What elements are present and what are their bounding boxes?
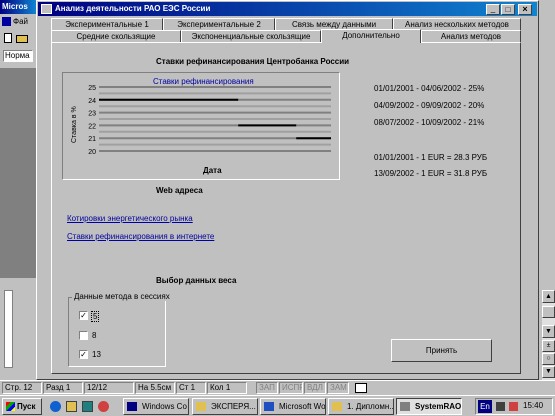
quick-launch-channels-icon[interactable] xyxy=(98,401,109,412)
chart-y-label: Ставка в % xyxy=(71,106,78,143)
chart-title: Ставки рефинансирования Центробанка Росс… xyxy=(156,57,350,66)
word-document-area xyxy=(0,68,36,278)
rate-line-1: 01/01/2001 - 04/06/2002 - 25% xyxy=(374,84,485,93)
tab-moving-average[interactable]: Средние скользящие xyxy=(51,30,181,42)
status-mode-ext[interactable]: ВДЛ xyxy=(304,382,326,394)
dialog-minimize-button[interactable]: _ xyxy=(486,4,500,15)
tab-experimental-2[interactable]: Экспериментальные 2 xyxy=(163,18,275,30)
taskbar-item-experiment[interactable]: ЭКСПЕРЯ... xyxy=(192,398,258,415)
document-icon xyxy=(332,402,342,411)
checkbox-8[interactable] xyxy=(79,331,88,340)
weight-choice-heading: Выбор данных веса xyxy=(156,276,237,285)
refinancing-rates-link[interactable]: Ставки рефинансирования в интернете xyxy=(67,232,214,241)
rao-app-icon xyxy=(400,402,410,411)
status-mode-ovr[interactable]: ЗАМ xyxy=(327,382,349,394)
word-app-icon[interactable] xyxy=(2,17,11,27)
tray-volume-icon[interactable] xyxy=(509,402,518,411)
taskbar: Пуск Windows Co ЭКСПЕРЯ... Microsoft Wo.… xyxy=(0,395,555,416)
open-folder-icon[interactable] xyxy=(16,35,28,43)
rate-line-3: 08/07/2002 - 10/09/2002 - 21% xyxy=(374,118,485,127)
apply-button[interactable]: Принять xyxy=(391,339,492,362)
system-tray: En 15:40 xyxy=(475,398,553,415)
new-doc-icon[interactable] xyxy=(4,33,12,43)
exchange-line-1: 01/01/2001 - 1 EUR = 28.3 РУБ xyxy=(374,153,488,162)
folder-icon xyxy=(196,402,206,411)
dialog-close-button[interactable]: × xyxy=(518,4,532,15)
checkbox-13-label: 13 xyxy=(92,350,101,359)
web-links-heading: Web адреса xyxy=(156,186,203,195)
chart-series-title: Ставки рефинансирования xyxy=(153,77,254,86)
checkbox-5[interactable]: ✓ xyxy=(79,311,88,320)
status-section: Разд 1 xyxy=(43,382,83,394)
status-line: Ст 1 xyxy=(176,382,206,394)
tab-methods-analysis[interactable]: Анализ методов xyxy=(421,30,521,42)
status-pages: 12/12 xyxy=(84,382,134,394)
status-col: Кол 1 xyxy=(207,382,247,394)
chart-x-label: Дата xyxy=(203,166,222,175)
chart-y-tick: 21 xyxy=(88,136,96,143)
chart-svg: 25 24 23 22 21 20 Ставки рефинансирования Ста… xyxy=(71,77,331,175)
vertical-ruler xyxy=(4,290,13,368)
rate-line-2: 04/09/2002 - 09/09/2002 - 20% xyxy=(374,101,485,110)
exchange-line-2: 13/09/2002 - 1 EUR = 31.8 РУБ xyxy=(374,169,488,178)
dialog-title-bar: Анализ деятельности РАО ЕЭС России xyxy=(38,2,537,16)
tab-experimental-1[interactable]: Экспериментальные 1 xyxy=(51,18,163,30)
chart-y-tick: 23 xyxy=(88,111,96,118)
status-mode-rec[interactable]: ЗАП xyxy=(256,382,278,394)
word-title: Micros xyxy=(2,2,28,11)
status-page: Стр. 12 xyxy=(2,382,42,394)
style-field[interactable]: Норма xyxy=(3,50,33,62)
menu-file[interactable]: Фай xyxy=(13,17,28,26)
word-icon xyxy=(264,402,274,411)
word-title-bar: Micros xyxy=(0,0,36,14)
next-page-button[interactable]: ▼ xyxy=(542,366,555,378)
prev-page-button[interactable]: ± xyxy=(542,340,555,352)
status-mode-track[interactable]: ИСПР xyxy=(279,382,303,394)
chart-y-tick: 22 xyxy=(88,123,96,130)
taskbar-item-diploma[interactable]: 1. Дипломн... xyxy=(328,398,394,415)
tab-exponential[interactable]: Экспоненциальные скользящие xyxy=(181,30,321,42)
spelling-status-icon[interactable] xyxy=(355,383,367,393)
tab-additional[interactable]: Дополнительно xyxy=(321,29,421,43)
checkbox-8-label: 8 xyxy=(92,331,97,340)
start-button[interactable]: Пуск xyxy=(2,398,42,415)
energy-quotes-link[interactable]: Котировки энергетического рынка xyxy=(67,214,193,223)
dialog-maximize-button[interactable]: □ xyxy=(501,4,515,15)
checkbox-5-label: 5 xyxy=(91,311,100,322)
chart-y-tick: 20 xyxy=(88,149,96,156)
quick-launch-outlook-icon[interactable] xyxy=(66,401,77,412)
word-menu-bar: Фай xyxy=(0,14,36,30)
checkbox-13-mark: ✓ xyxy=(80,350,87,359)
scroll-down-arrow[interactable]: ▼ xyxy=(542,325,555,338)
sessions-groupbox-label: Данные метода в сессиях xyxy=(72,292,172,301)
scroll-thumb[interactable] xyxy=(542,306,555,318)
word-status-bar: Стр. 12 Разд 1 12/12 На 5.5см Ст 1 Кол 1… xyxy=(0,380,555,395)
status-at: На 5.5см xyxy=(135,382,175,394)
tray-language[interactable]: En xyxy=(478,400,492,413)
app-window-icon xyxy=(127,402,137,411)
dialog-title: Анализ деятельности РАО ЕЭС России xyxy=(55,4,211,13)
tray-network-icon[interactable] xyxy=(496,402,505,411)
word-toolbar xyxy=(0,30,36,46)
word-vertical-scrollbar[interactable]: ▲ ▼ ± ○ ▼ xyxy=(542,290,555,380)
taskbar-item-word[interactable]: Microsoft Wo... xyxy=(260,398,326,415)
tray-clock: 15:40 xyxy=(523,401,544,410)
chart-y-tick: 25 xyxy=(88,85,96,92)
scroll-up-arrow[interactable]: ▲ xyxy=(542,290,555,303)
taskbar-item-windows-co[interactable]: Windows Co xyxy=(123,398,189,415)
select-browse-object-button[interactable]: ○ xyxy=(542,353,555,365)
taskbar-item-systemrao[interactable]: SystemRAO xyxy=(396,398,462,415)
dialog-icon xyxy=(41,3,52,14)
checkbox-13[interactable]: ✓ xyxy=(79,350,88,359)
chart-panel: 25 24 23 22 21 20 Ставки рефинансирования Ста… xyxy=(62,72,340,180)
quick-launch-ie-icon[interactable] xyxy=(50,401,61,412)
chart-y-tick: 24 xyxy=(88,98,96,105)
quick-launch-desktop-icon[interactable] xyxy=(82,401,93,412)
windows-logo-icon xyxy=(6,402,15,411)
checkbox-5-mark: ✓ xyxy=(80,311,87,320)
